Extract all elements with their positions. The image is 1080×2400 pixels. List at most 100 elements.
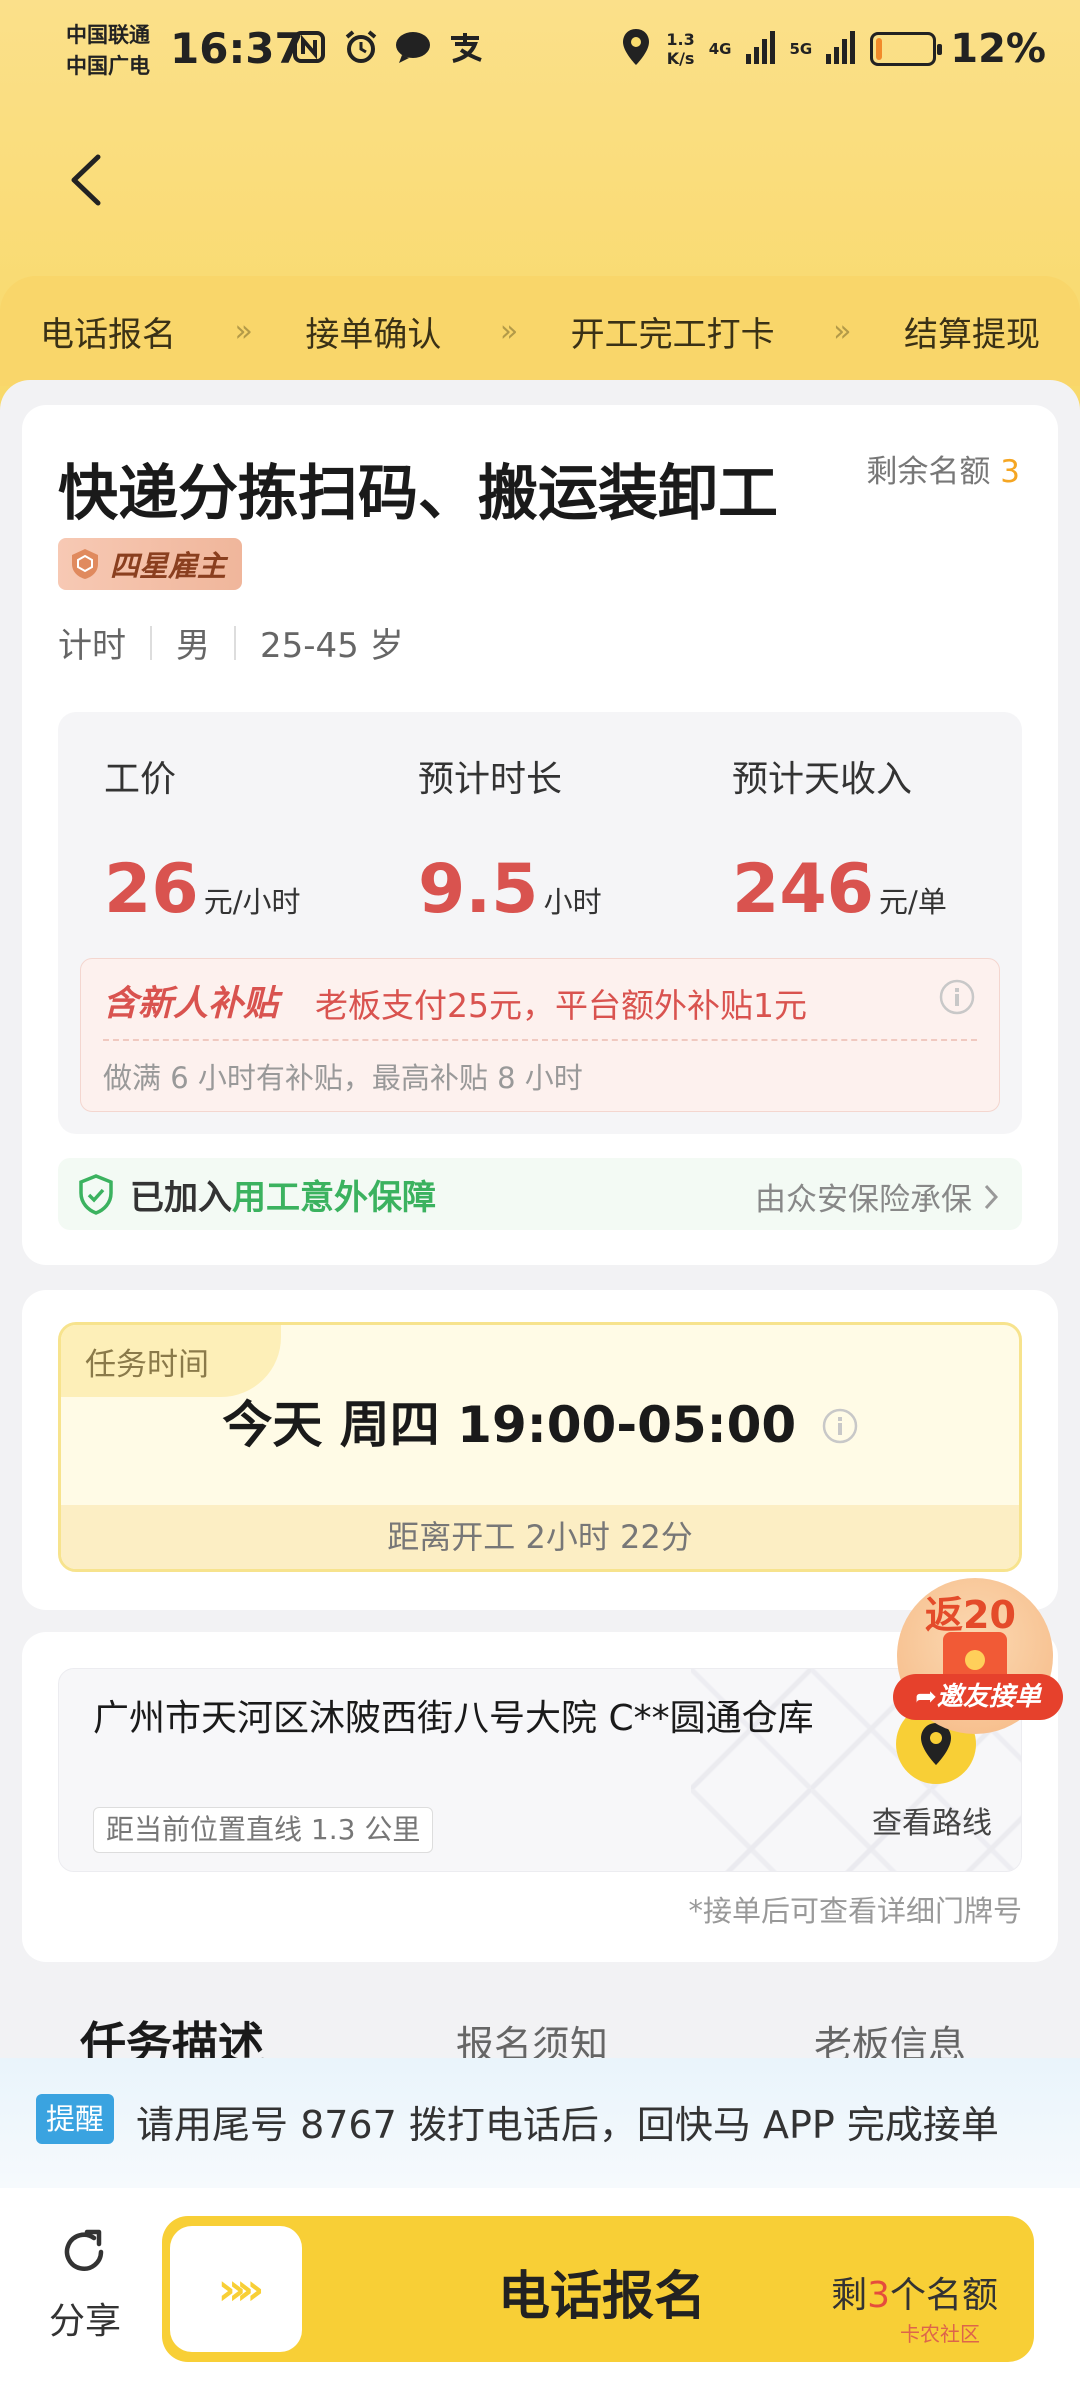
- insurance-status: 已加入 用工意外保障: [76, 1170, 436, 1219]
- employer-rating-badge: 四星雇主: [58, 538, 243, 590]
- pay-label: 预计天收入: [732, 759, 913, 800]
- double-chevron-icon: »»: [217, 2263, 265, 2315]
- tag-gender: 男: [176, 626, 210, 666]
- cta-quota-suffix: 个名额: [889, 2275, 998, 2316]
- pay-label: 工价: [104, 759, 177, 800]
- battery-percent: 12%: [950, 26, 1046, 72]
- invite-label: 邀友接单: [936, 1682, 1041, 1712]
- distance-label: 距当前位置直线 1.3 公里: [93, 1807, 434, 1853]
- address-text: 广州市天河区沐陂西街八号大院 C**圆通仓库: [93, 1698, 814, 1739]
- task-time-value: 今天 周四 19:00-05:00: [222, 1396, 797, 1454]
- signal-icon-1: [745, 30, 776, 68]
- reminder-text: 请用尾号 8767 拨打电话后，回快马 APP 完成接单: [136, 2103, 999, 2147]
- insurance-banner[interactable]: 已加入 用工意外保障 由众安保险承保: [58, 1158, 1022, 1230]
- cta-label: 电话报名: [498, 2267, 707, 2327]
- step-separator-icon: »: [833, 313, 852, 349]
- shield-badge-icon: [72, 549, 98, 579]
- alarm-icon: [342, 28, 380, 66]
- step-phone-signup: 电话报名: [40, 314, 176, 355]
- tag-age: 25-45 岁: [260, 626, 404, 666]
- alipay-icon: [446, 28, 484, 66]
- info-icon[interactable]: [939, 979, 975, 1015]
- step-checkin: 开工完工打卡: [570, 314, 775, 355]
- carrier-1: 中国联通: [66, 23, 150, 47]
- network-4g-label: 4G: [708, 40, 732, 58]
- promo-amount: 返20: [925, 1593, 1016, 1637]
- reminder-tag: 提醒: [36, 2094, 115, 2144]
- tag-divider: [150, 625, 152, 660]
- pay-item-duration: 预计时长 9.5 小时: [418, 750, 602, 929]
- watermark-logo: 卡农社区: [900, 2322, 980, 2346]
- share-arrow-icon: ➦: [915, 1682, 937, 1712]
- quota-count: 3: [1000, 454, 1020, 490]
- net-speed-unit: K/s: [666, 49, 695, 68]
- step-separator-icon: »: [499, 313, 519, 349]
- pay-unit: 元/小时: [203, 885, 301, 919]
- slide-handle[interactable]: »»: [170, 2226, 302, 2352]
- insurance-provider: 由众安保险承保: [755, 1182, 972, 1218]
- status-icons: [290, 28, 484, 66]
- invite-promo[interactable]: 返20 ➦邀友接单: [893, 1578, 1063, 1734]
- status-right: 1.3 K/s 4G 5G 12%: [620, 26, 1046, 72]
- status-time: 16:37: [170, 24, 304, 73]
- pay-amount: 9.5: [418, 850, 539, 929]
- pay-item-daily-income: 预计天收入 246 元/单: [732, 750, 947, 929]
- pay-amount: 26: [104, 850, 199, 929]
- step-confirm: 接单确认: [305, 314, 442, 355]
- start-countdown: 距离开工 2小时 22分: [61, 1505, 1019, 1569]
- job-tags: 计时 男 25-45 岁: [58, 618, 404, 667]
- chat-icon: [394, 28, 432, 66]
- location-icon: [620, 27, 652, 71]
- shield-check-icon: [79, 1173, 113, 1215]
- process-steps: 电话报名 » 接单确认 » 开工完工打卡 » 结算提现: [0, 276, 1080, 386]
- pay-amount: 246: [732, 850, 874, 929]
- cta-quota-num: 3: [867, 2275, 890, 2316]
- pay-value: 246 元/单: [732, 850, 947, 929]
- pay-unit: 元/单: [879, 885, 947, 919]
- task-time-box: 任务时间 今天 周四 19:00-05:00 距离开工 2小时 22分: [58, 1322, 1022, 1572]
- step-separator-icon: »: [234, 313, 253, 349]
- subsidy-note: 做满 6 小时有补贴，最高补贴 8 小时: [103, 1061, 583, 1095]
- address-note: *接单后可查看详细门牌号: [688, 1894, 1022, 1928]
- battery-icon: [870, 32, 943, 66]
- pay-label: 预计时长: [418, 759, 563, 800]
- tag-divider: [234, 625, 236, 660]
- subsidy-panel: 含新人补贴 老板支付25元，平台额外补贴1元 做满 6 小时有补贴，最高补贴 8…: [80, 958, 1000, 1112]
- route-label[interactable]: 查看路线: [872, 1798, 992, 1842]
- share-label: 分享: [48, 2301, 121, 2342]
- pay-value: 26 元/小时: [104, 850, 301, 929]
- cta-quota: 剩3个名额: [831, 2266, 998, 2318]
- share-button[interactable]: 分享: [40, 2226, 130, 2356]
- carrier-info: 中国联通 中国广电: [66, 20, 150, 82]
- net-speed-value: 1.3: [666, 30, 695, 49]
- status-bar: 中国联通 中国广电 16:37 1.3 K/s 4G 5G 12%: [0, 0, 1080, 110]
- subsidy-tag: 含新人补贴: [103, 984, 279, 1024]
- tag-pay-type: 计时: [58, 626, 126, 666]
- cta-quota-prefix: 剩: [831, 2275, 868, 2316]
- pay-item-rate: 工价 26 元/小时: [104, 750, 301, 929]
- back-button[interactable]: [50, 140, 120, 220]
- chevron-right-icon: [984, 1184, 998, 1209]
- pay-unit: 小时: [543, 885, 602, 919]
- info-icon[interactable]: [822, 1408, 858, 1444]
- insurance-highlight: 用工意外保障: [232, 1178, 436, 1218]
- job-title: 快递分拣扫码、搬运装卸工: [58, 459, 778, 529]
- pay-value: 9.5 小时: [418, 850, 602, 929]
- remaining-quota: 剩余名额 3: [866, 446, 1020, 491]
- share-icon: [64, 2229, 104, 2271]
- nfc-icon: [290, 28, 328, 66]
- task-time-main: 今天 周四 19:00-05:00: [61, 1385, 1019, 1457]
- network-5g-label: 5G: [789, 40, 813, 58]
- battery-level: [876, 38, 883, 60]
- quota-label: 剩余名额: [866, 454, 991, 490]
- net-speed: 1.3 K/s: [666, 30, 694, 68]
- badge-label: 四星雇主: [110, 549, 227, 583]
- insurance-prefix: 已加入: [130, 1178, 232, 1218]
- invite-button[interactable]: ➦邀友接单: [893, 1674, 1063, 1720]
- subsidy-text: 老板支付25元，平台额外补贴1元: [315, 986, 807, 1025]
- signal-icon-2: [826, 30, 856, 68]
- insurance-provider-link[interactable]: 由众安保险承保: [755, 1174, 998, 1219]
- carrier-2: 中国广电: [66, 54, 150, 78]
- step-settle: 结算提现: [903, 314, 1040, 355]
- back-arrow-icon: [71, 154, 101, 206]
